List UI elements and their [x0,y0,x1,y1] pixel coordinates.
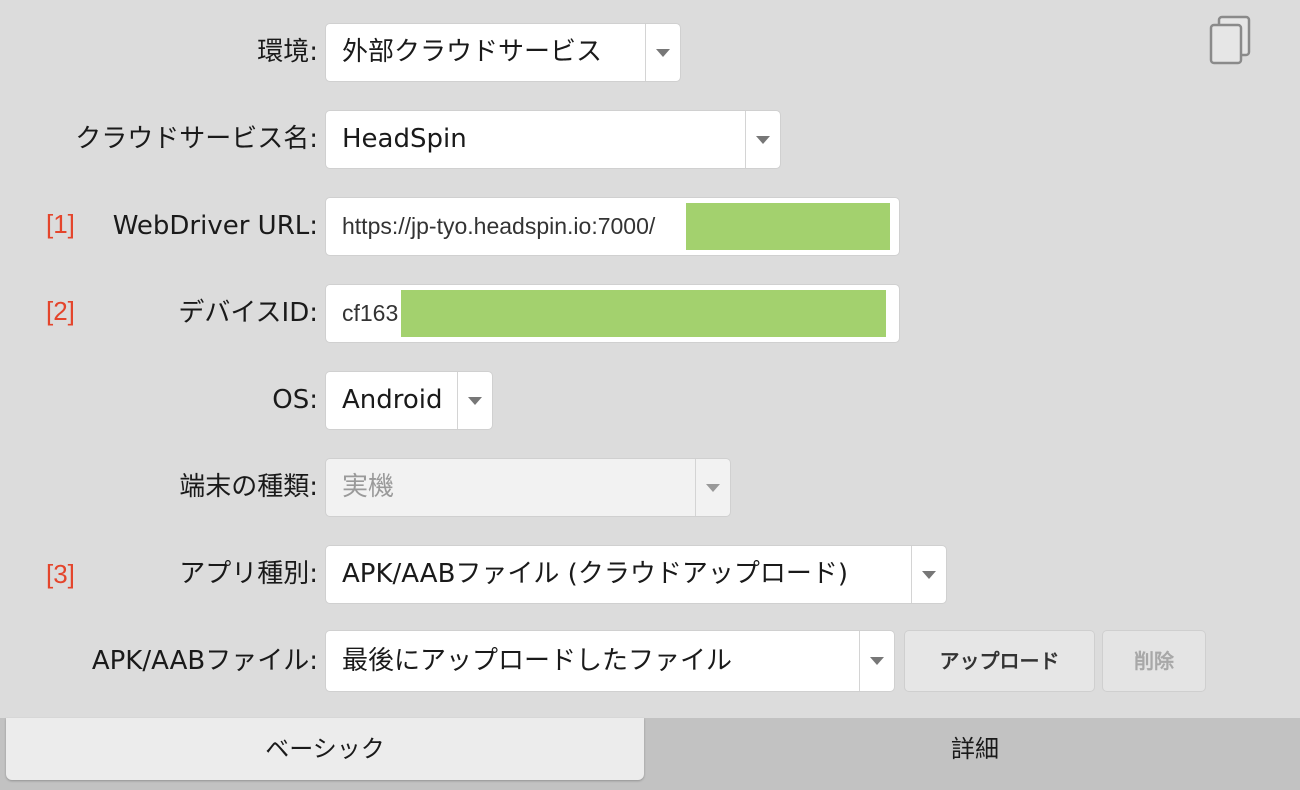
environment-label: 環境: [257,37,318,67]
chevron-down-icon [468,397,482,405]
dropdown-toggle[interactable] [457,372,492,429]
os-value: Android [342,385,443,415]
apk-file-value: 最後にアップロードしたファイル [342,646,733,676]
marker-2: [2] [46,296,75,326]
marker-3: [3] [46,559,75,589]
dropdown-toggle[interactable] [859,631,894,691]
apk-file-label: APK/AABファイル: [91,646,318,676]
chevron-down-icon [656,49,670,57]
app-type-label: アプリ種別: [179,559,318,589]
tab-basic[interactable]: ベーシック [6,718,644,780]
webdriver-url-input[interactable]: https://jp-tyo.headspin.io:7000/ [326,198,899,255]
tab-details[interactable]: 詳細 [650,718,1300,780]
dropdown-toggle[interactable] [745,111,780,168]
device-id-input[interactable]: cf163 [326,285,899,342]
device-id-label: デバイスID: [178,298,318,328]
apk-file-row: APK/AABファイル: 最後にアップロードしたファイル アップロード 削除 [0,631,1300,691]
dropdown-toggle [695,459,730,516]
app-type-value: APK/AABファイル (クラウドアップロード) [342,559,848,589]
app-type-select[interactable]: APK/AABファイル (クラウドアップロード) [326,546,946,603]
os-row: OS: Android [0,372,1300,429]
cloud-service-label: クラウドサービス名: [75,124,318,154]
device-type-select: 実機 [326,459,730,516]
environment-row: 環境: 外部クラウドサービス [0,24,1300,81]
dropdown-toggle[interactable] [645,24,680,81]
apk-file-select[interactable]: 最後にアップロードしたファイル [326,631,894,691]
environment-select[interactable]: 外部クラウドサービス [326,24,680,81]
chevron-down-icon [756,136,770,144]
webdriver-url-label: WebDriver URL: [112,211,318,241]
dropdown-toggle[interactable] [911,546,946,603]
chevron-down-icon [870,657,884,665]
upload-button[interactable]: アップロード [905,631,1094,691]
cloud-service-select[interactable]: HeadSpin [326,111,780,168]
chevron-down-icon [706,484,720,492]
delete-button[interactable]: 削除 [1103,631,1205,691]
marker-1: [1] [46,209,75,239]
tab-bar: ベーシック 詳細 [0,718,1300,790]
chevron-down-icon [922,571,936,579]
cloud-service-row: クラウドサービス名: HeadSpin [0,111,1300,168]
device-id-value: cf163 [342,300,399,326]
device-type-row: 端末の種類: 実機 [0,459,1300,516]
device-id-row: [2] デバイスID: cf163 [0,285,1300,342]
webdriver-url-row: [1] WebDriver URL: https://jp-tyo.headsp… [0,198,1300,255]
redaction-block [686,203,890,250]
webdriver-url-value: https://jp-tyo.headspin.io:7000/ [342,213,656,239]
os-select[interactable]: Android [326,372,492,429]
cloud-service-value: HeadSpin [342,124,467,154]
device-type-label: 端末の種類: [179,472,318,502]
device-type-value: 実機 [342,472,395,502]
app-type-row: [3] アプリ種別: APK/AABファイル (クラウドアップロード) [0,546,1300,603]
environment-value: 外部クラウドサービス [342,37,603,67]
redaction-block [401,290,886,337]
os-label: OS: [272,385,318,415]
